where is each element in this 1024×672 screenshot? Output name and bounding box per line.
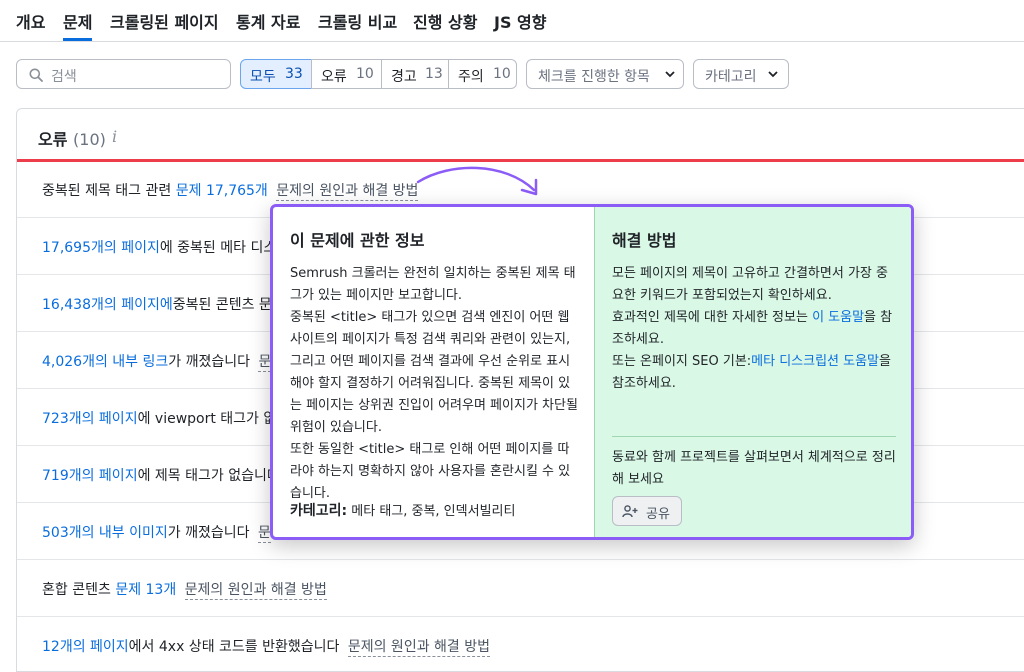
category-value: 메타 태그, 중복, 인덱서빌리티	[351, 504, 516, 519]
help-article-link[interactable]: 이 도움말	[812, 310, 864, 325]
row-text: 중복된 제목 태그 관련 문제 17,765개 문제의 원인과 해결 방법	[42, 180, 419, 201]
table-row: 혼합 콘텐츠 문제 13개 문제의 원인과 해결 방법	[17, 561, 1024, 617]
fix-paragraph: 모든 페이지의 제목이 고유하고 간결하면서 가장 중요한 키워드가 포함되었는…	[612, 266, 888, 303]
issue-link[interactable]: 723개의 페이지	[42, 411, 138, 427]
row-suffix: 가 깨졌습니다	[167, 525, 250, 541]
issue-link[interactable]: 503개의 내부 이미지	[42, 525, 168, 541]
share-button-label: 공유	[646, 507, 670, 522]
row-text: 16,438개의 페이지에중복된 콘텐츠 문제	[42, 294, 285, 314]
filter-notices-count: 10	[493, 66, 511, 82]
section-title: 오류 (10)	[38, 126, 106, 150]
row-suffix: 에 중복된 메타 디스	[159, 240, 277, 256]
how-to-fix-title: 해결 방법	[612, 231, 677, 250]
tab-crawled-pages[interactable]: 크롤링된 페이지	[110, 9, 219, 41]
row-suffix: 에서 4xx 상태 코드를 반환했습니다	[128, 639, 340, 655]
category-label: 카테고리:	[290, 503, 348, 519]
search-placeholder: 검색	[51, 69, 77, 85]
fix-text: 또는 온페이지 SEO 기본:	[612, 354, 752, 369]
row-suffix: 에 제목 태그가 없습니다	[137, 468, 280, 484]
filter-all-label: 모두	[250, 69, 276, 85]
issue-info-popup: 이 문제에 관한 정보 Semrush 크롤러는 완전히 일치하는 중복된 제목…	[270, 204, 914, 540]
issue-link[interactable]: 문제 17,765개	[176, 183, 268, 199]
about-paragraph: Semrush 크롤러는 완전히 일치하는 중복된 제목 태그가 있는 페이지만…	[290, 266, 576, 303]
pointer-arrow-icon	[416, 166, 538, 196]
filter-all-count: 33	[285, 66, 303, 82]
tab-js-impact[interactable]: JS 영향	[494, 9, 547, 41]
filter-errors[interactable]: 오류 10	[311, 59, 382, 89]
row-text: 503개의 내부 이미지가 깨졌습니다 문	[42, 522, 271, 543]
row-text: 723개의 페이지에 viewport 태그가 없	[42, 408, 276, 428]
tab-statistics[interactable]: 통계 자료	[236, 9, 300, 41]
row-text: 혼합 콘텐츠 문제 13개 문제의 원인과 해결 방법	[42, 579, 327, 600]
filter-errors-count: 10	[356, 66, 374, 82]
divider	[612, 436, 896, 437]
issue-link[interactable]: 4,026개의 내부 링크	[42, 354, 168, 370]
tab-crawl-comparison[interactable]: 크롤링 비교	[318, 9, 397, 41]
row-text: 719개의 페이지에 제목 태그가 없습니다	[42, 465, 280, 485]
issue-link[interactable]: 719개의 페이지	[42, 468, 138, 484]
row-text: 17,695개의 페이지에 중복된 메타 디스	[42, 237, 276, 257]
row-text: 12개의 페이지에서 4xx 상태 코드를 반환했습니다 문제의 원인과 해결 …	[42, 636, 490, 657]
chevron-down-icon	[665, 71, 675, 78]
row-prefix: 혼합 콘텐츠	[42, 582, 116, 598]
issue-link[interactable]: 12개의 페이지	[42, 639, 129, 655]
section-count: (10)	[73, 130, 106, 149]
table-row: 12개의 페이지에서 4xx 상태 코드를 반환했습니다 문제의 원인과 해결 …	[17, 618, 1024, 672]
filter-warnings-label: 경고	[391, 69, 417, 85]
filter-warnings[interactable]: 경고 13	[381, 59, 449, 89]
chevron-down-icon	[768, 71, 778, 78]
filter-warnings-count: 13	[425, 66, 443, 82]
why-and-how-link[interactable]: 문제의 원인과 해결 방법	[347, 639, 490, 657]
errors-panel-header: 오류 (10) i	[17, 109, 1024, 162]
filter-notices-label: 주의	[458, 69, 484, 85]
why-and-how-link[interactable]: 문제의 원인과 해결 방법	[276, 183, 419, 201]
share-button[interactable]: 공유	[612, 496, 682, 526]
tab-overview[interactable]: 개요	[16, 9, 45, 41]
section-title-label: 오류	[38, 130, 68, 149]
filter-all[interactable]: 모두 33	[240, 59, 312, 89]
row-suffix: 에 viewport 태그가 없	[137, 411, 277, 427]
about-paragraph: 또한 동일한 <title> 태그로 인해 어떤 페이지를 따라야 하는지 명확…	[290, 442, 571, 501]
row-text: 4,026개의 내부 링크가 깨졌습니다 문	[42, 351, 272, 372]
about-issue-text: Semrush 크롤러는 완전히 일치하는 중복된 제목 태그가 있는 페이지만…	[290, 263, 578, 505]
row-suffix: 중복된 콘텐츠 문제	[172, 297, 285, 313]
collaborate-text: 동료와 함께 프로젝트를 살펴보면서 체계적으로 정리해 보세요	[612, 450, 896, 487]
meta-description-help-link[interactable]: 메타 디스크립션 도움말	[751, 354, 879, 369]
fix-paragraph: 또는 온페이지 SEO 기본:메타 디스크립션 도움말을 참조하세요.	[612, 351, 895, 395]
category-dropdown[interactable]: 카테고리	[693, 59, 789, 89]
why-and-how-link[interactable]: 문	[257, 525, 271, 543]
issue-category: 카테고리: 메타 태그, 중복, 인덱서빌리티	[290, 500, 515, 520]
issue-link[interactable]: 16,438개의 페이지에	[42, 297, 173, 313]
why-and-how-link[interactable]: 문제의 원인과 해결 방법	[184, 582, 327, 600]
issue-link[interactable]: 문제 13개	[115, 582, 176, 598]
search-input[interactable]: 검색	[16, 59, 231, 89]
row-prefix: 중복된 제목 태그 관련	[42, 183, 176, 199]
row-suffix: 가 깨졌습니다	[168, 354, 250, 370]
tab-bar: 개요 문제 크롤링된 페이지 통계 자료 크롤링 비교 진행 상황 JS 영향	[0, 0, 1024, 42]
fix-text: 효과적인 제목에 대한 자세한 정보는	[612, 310, 813, 325]
how-to-fix-section: 해결 방법 모든 페이지의 제목이 고유하고 간결하면서 가장 중요한 키워드가…	[594, 207, 911, 537]
fix-paragraph: 효과적인 제목에 대한 자세한 정보는 이 도움말을 참조하세요.	[612, 307, 895, 351]
about-issue-title: 이 문제에 관한 정보	[290, 231, 425, 250]
filter-notices[interactable]: 주의 10	[448, 59, 517, 89]
checks-dropdown[interactable]: 체크를 진행한 항목	[526, 59, 684, 89]
tab-progress[interactable]: 진행 상황	[413, 9, 477, 41]
info-icon[interactable]: i	[112, 127, 117, 146]
tab-issues[interactable]: 문제	[63, 9, 93, 41]
category-dropdown-label: 카테고리	[705, 69, 757, 85]
search-icon	[29, 68, 43, 82]
checks-dropdown-label: 체크를 진행한 항목	[538, 69, 650, 85]
about-paragraph: 중복된 <title> 태그가 있으면 검색 엔진이 어떤 웹사이트의 페이지가…	[290, 310, 578, 435]
add-user-icon	[622, 505, 638, 518]
filter-errors-label: 오류	[321, 69, 347, 85]
how-to-fix-text: 모든 페이지의 제목이 고유하고 간결하면서 가장 중요한 키워드가 포함되었는…	[612, 263, 895, 395]
issue-link[interactable]: 17,695개의 페이지	[42, 240, 160, 256]
about-issue-section: 이 문제에 관한 정보 Semrush 크롤러는 완전히 일치하는 중복된 제목…	[273, 207, 594, 537]
